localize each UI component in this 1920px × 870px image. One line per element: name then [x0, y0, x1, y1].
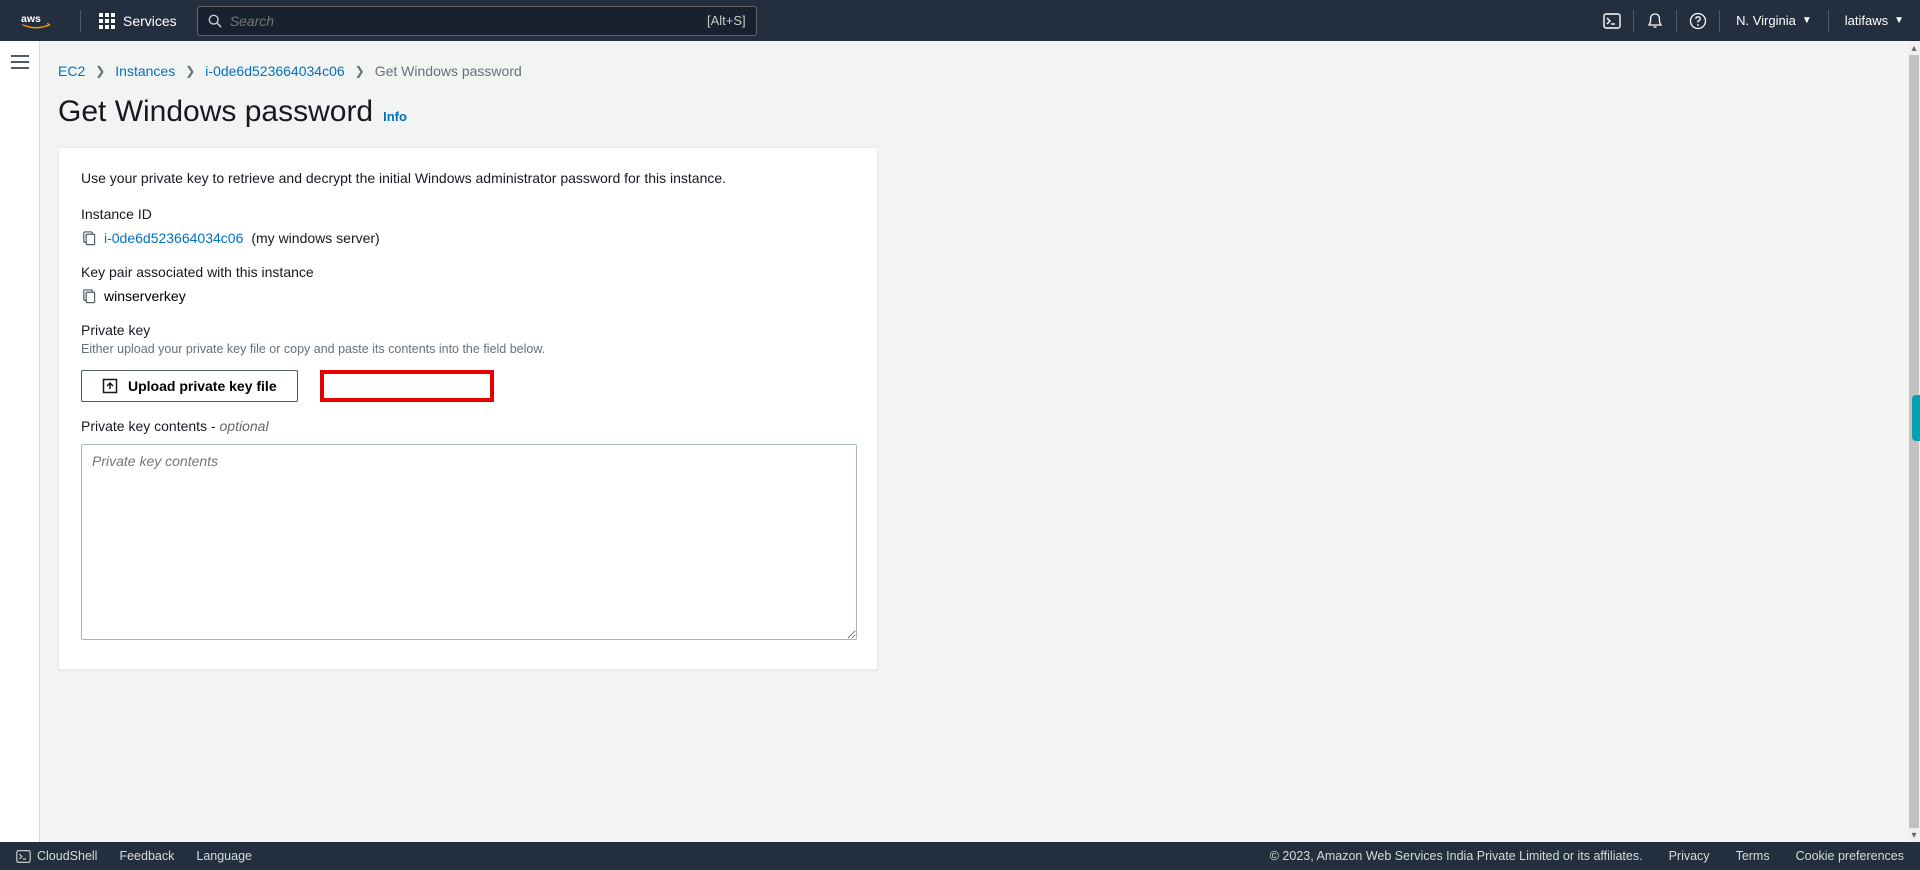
svg-text:aws: aws: [21, 12, 41, 24]
services-menu[interactable]: Services: [89, 13, 187, 29]
breadcrumb: EC2 ❯ Instances ❯ i-0de6d523664034c06 ❯ …: [58, 41, 1890, 87]
user-label: latifaws: [1845, 13, 1888, 28]
breadcrumb-ec2[interactable]: EC2: [58, 63, 85, 79]
copyright-text: © 2023, Amazon Web Services India Privat…: [1270, 849, 1643, 863]
main-content: EC2 ❯ Instances ❯ i-0de6d523664034c06 ❯ …: [40, 41, 1908, 842]
page-title-row: Get Windows password Info: [58, 87, 1890, 147]
account-menu[interactable]: latifaws ▼: [1829, 13, 1920, 28]
upload-button-label: Upload private key file: [128, 378, 277, 394]
keypair-value-row: winserverkey: [81, 288, 855, 304]
help-icon[interactable]: [1677, 0, 1719, 41]
scrollbar-thumb[interactable]: [1909, 55, 1919, 828]
caret-down-icon: ▼: [1894, 15, 1904, 26]
cloudshell-label: CloudShell: [37, 849, 97, 863]
info-link[interactable]: Info: [383, 109, 407, 124]
private-key-desc: Either upload your private key file or c…: [81, 342, 855, 356]
nav-divider: [80, 10, 81, 32]
top-navigation: aws Services [Alt+S] N. Virginia ▼: [0, 0, 1920, 41]
optional-label: optional: [220, 418, 269, 434]
feedback-link[interactable]: Feedback: [119, 849, 174, 863]
chevron-right-icon: ❯: [185, 64, 195, 78]
instance-name: (my windows server): [251, 230, 379, 246]
breadcrumb-instances[interactable]: Instances: [115, 63, 175, 79]
pk-contents-label: Private key contents - optional: [81, 418, 855, 434]
instance-id-label: Instance ID: [81, 206, 855, 222]
page-title: Get Windows password: [58, 95, 373, 129]
chevron-right-icon: ❯: [95, 64, 105, 78]
private-key-contents-textarea[interactable]: [81, 444, 857, 640]
services-label: Services: [123, 13, 177, 29]
region-label: N. Virginia: [1736, 13, 1796, 28]
upload-icon: [102, 378, 118, 394]
scroll-up-arrow[interactable]: ▴: [1908, 41, 1920, 55]
help-panel-toggle[interactable]: [1912, 395, 1920, 441]
pk-contents-label-text: Private key contents -: [81, 418, 220, 434]
cloudshell-icon[interactable]: [1591, 0, 1633, 41]
keypair-label: Key pair associated with this instance: [81, 264, 855, 280]
terms-link[interactable]: Terms: [1736, 849, 1770, 863]
cloudshell-button[interactable]: CloudShell: [16, 849, 97, 864]
search-input[interactable]: [230, 13, 707, 29]
nav-right: N. Virginia ▼ latifaws ▼: [1591, 0, 1920, 41]
vertical-scrollbar[interactable]: ▴ ▾: [1908, 41, 1920, 842]
services-grid-icon: [99, 13, 115, 29]
scroll-down-arrow[interactable]: ▾: [1908, 828, 1920, 842]
global-search[interactable]: [Alt+S]: [197, 6, 757, 36]
password-panel: Use your private key to retrieve and dec…: [58, 147, 878, 670]
footer-left: CloudShell Feedback Language: [16, 849, 252, 864]
left-rail: [0, 41, 40, 842]
copy-icon[interactable]: [81, 231, 96, 246]
cookie-preferences-link[interactable]: Cookie preferences: [1796, 849, 1904, 863]
region-selector[interactable]: N. Virginia ▼: [1720, 13, 1828, 28]
copy-icon[interactable]: [81, 289, 96, 304]
hamburger-menu[interactable]: [11, 55, 29, 69]
upload-row: Upload private key file: [81, 370, 855, 402]
aws-logo[interactable]: aws: [16, 12, 56, 30]
language-link[interactable]: Language: [196, 849, 252, 863]
search-hotkey: [Alt+S]: [707, 13, 746, 28]
keypair-name: winserverkey: [104, 288, 186, 304]
chevron-right-icon: ❯: [355, 64, 365, 78]
panel-description: Use your private key to retrieve and dec…: [81, 170, 855, 186]
instance-id-link[interactable]: i-0de6d523664034c06: [104, 230, 243, 246]
highlighted-region: [320, 370, 494, 402]
upload-private-key-button[interactable]: Upload private key file: [81, 370, 298, 402]
breadcrumb-instance-id[interactable]: i-0de6d523664034c06: [205, 63, 344, 79]
caret-down-icon: ▼: [1802, 15, 1812, 26]
private-key-label: Private key: [81, 322, 855, 338]
breadcrumb-current: Get Windows password: [375, 63, 522, 79]
instance-id-value-row: i-0de6d523664034c06 (my windows server): [81, 230, 855, 246]
search-icon: [208, 14, 222, 28]
privacy-link[interactable]: Privacy: [1669, 849, 1710, 863]
notifications-icon[interactable]: [1634, 0, 1676, 41]
footer-bar: CloudShell Feedback Language © 2023, Ama…: [0, 842, 1920, 870]
footer-right: © 2023, Amazon Web Services India Privat…: [1270, 849, 1904, 863]
